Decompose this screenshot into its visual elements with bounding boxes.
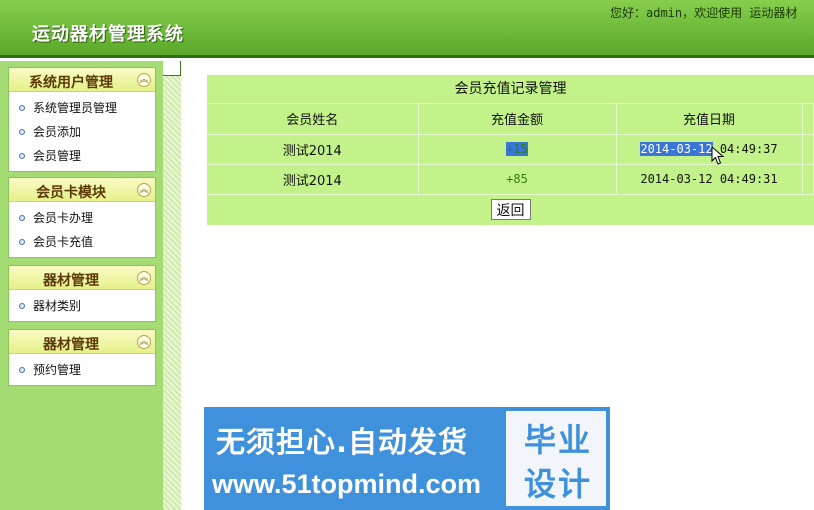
menu-item-reservation-management[interactable]: 预约管理	[9, 358, 155, 382]
menu-section-header[interactable]: 器材管理 ︽	[9, 266, 155, 290]
app-title: 运动器材管理系统	[32, 24, 184, 45]
menu-item-card-issue[interactable]: 会员卡办理	[9, 206, 155, 230]
menu-section-header[interactable]: 会员卡模块 ︽	[9, 178, 155, 202]
sidebar-collapse-handle[interactable]	[163, 61, 181, 76]
table-header-row: 会员姓名 充值金额 充值日期	[207, 104, 814, 135]
menu-item-label: 预约管理	[33, 363, 82, 377]
menu-section-title: 系统用户管理	[29, 75, 113, 91]
column-header-member-name: 会员姓名	[207, 104, 419, 135]
double-chevron-up-icon[interactable]: ︽	[137, 183, 151, 197]
app-header: 运动器材管理系统 您好：admin，欢迎使用 运动器材	[0, 0, 814, 58]
double-chevron-up-icon[interactable]: ︽	[137, 73, 151, 87]
page-title: 会员充值记录管理	[207, 75, 814, 104]
menu-section-equipment: 器材管理 ︽ 器材类别	[8, 265, 156, 322]
menu-section-member-card: 会员卡模块 ︽ 会员卡办理 会员卡充值	[8, 177, 156, 258]
column-header-extra	[802, 104, 814, 135]
bullet-icon	[19, 129, 25, 135]
ad-badge-line2: 设计	[523, 465, 592, 503]
double-chevron-up-icon[interactable]: ︽	[137, 271, 151, 285]
bullet-icon	[19, 215, 25, 221]
bullet-icon	[19, 105, 25, 111]
cell-amount: +85	[418, 164, 617, 195]
ad-badge-line1: 毕业	[523, 421, 592, 459]
menu-item-label: 会员管理	[33, 149, 82, 163]
menu-item-card-recharge[interactable]: 会员卡充值	[9, 230, 155, 254]
bullet-icon	[19, 303, 25, 309]
menu-section-header[interactable]: 系统用户管理 ︽	[9, 68, 155, 92]
cell-amount: +15	[418, 134, 617, 165]
menu-item-member-management[interactable]: 会员管理	[9, 144, 155, 168]
bullet-icon	[19, 367, 25, 373]
watermark-ad-banner[interactable]: 无须担心.自动发货 www.51topmind.com 毕业 设计	[204, 407, 610, 510]
menu-item-add-member[interactable]: 会员添加	[9, 120, 155, 144]
sidebar-divider[interactable]	[163, 61, 181, 510]
back-button[interactable]: 返回	[490, 199, 531, 220]
ad-badge: 毕业 设计	[506, 411, 606, 506]
menu-section-equipment-reservation: 器材管理 ︽ 预约管理	[8, 329, 156, 386]
column-header-date: 充值日期	[616, 104, 803, 135]
menu-section-header[interactable]: 器材管理 ︽	[9, 330, 155, 354]
menu-section-title: 器材管理	[43, 273, 99, 289]
menu-item-label: 器材类别	[33, 299, 82, 313]
selected-date-text: 2014-03-12	[640, 142, 713, 156]
menu-item-label: 会员卡办理	[33, 211, 94, 225]
cell-member-name: 测试2014	[207, 164, 419, 195]
welcome-text: 您好：admin，欢迎使用 运动器材	[610, 6, 798, 20]
menu-section-user-management: 系统用户管理 ︽ 系统管理员管理 会员添加 会员管理	[8, 67, 156, 172]
menu-section-title: 会员卡模块	[36, 185, 106, 201]
cell-date: 2014-03-12 04:49:31	[616, 164, 803, 195]
menu-section-title: 器材管理	[43, 337, 99, 353]
double-chevron-up-icon[interactable]: ︽	[137, 335, 151, 349]
menu-item-label: 系统管理员管理	[33, 101, 118, 115]
selected-amount-text: +15	[506, 141, 528, 156]
bullet-icon	[19, 153, 25, 159]
button-row: 返回	[207, 195, 814, 225]
menu-item-equipment-category[interactable]: 器材类别	[9, 294, 155, 318]
table-row: 测试2014 +85 2014-03-12 04:49:31	[207, 164, 814, 195]
mouse-cursor-icon	[711, 146, 725, 165]
cell-member-name: 测试2014	[207, 134, 419, 165]
column-header-amount: 充值金额	[418, 104, 617, 135]
cell-extra	[802, 164, 814, 195]
cell-date: 2014-03-12 04:49:37	[616, 134, 803, 165]
ad-slogan: 无须担心.自动发货	[216, 425, 469, 459]
menu-item-label: 会员卡充值	[33, 235, 94, 249]
menu-item-label: 会员添加	[33, 125, 82, 139]
ad-url: www.51topmind.com	[212, 469, 482, 499]
menu-item-admin-management[interactable]: 系统管理员管理	[9, 96, 155, 120]
bullet-icon	[19, 239, 25, 245]
cell-extra	[802, 134, 814, 165]
